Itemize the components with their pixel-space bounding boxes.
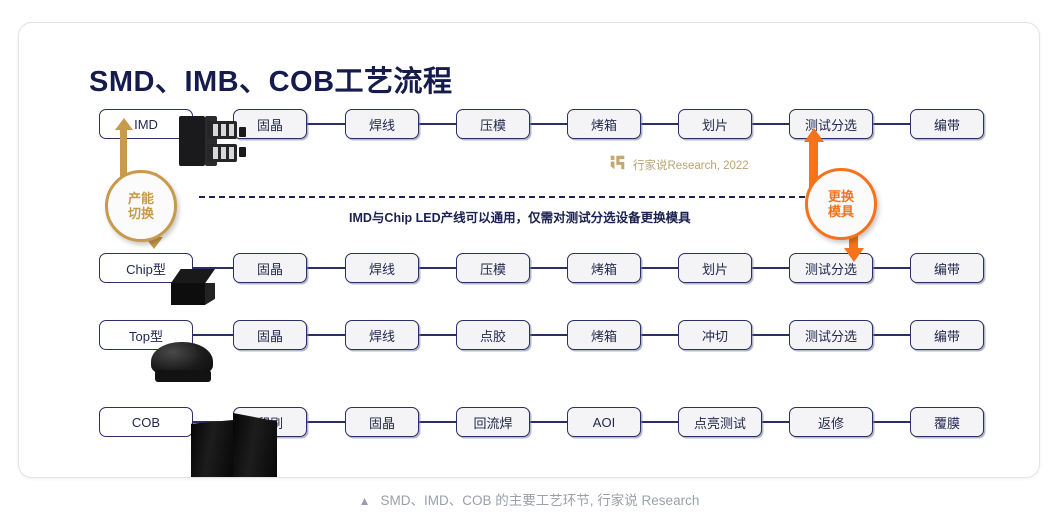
- badge-mold-change-line1: 更换: [827, 188, 854, 204]
- step-top-4[interactable]: 冲切: [678, 320, 752, 350]
- step-cob-4[interactable]: 点亮测试: [678, 407, 762, 437]
- badge-capacity-switch-line2: 切换: [127, 206, 154, 221]
- badge-capacity-switch-line1: 产能: [127, 190, 154, 206]
- dashed-note-text: IMD与Chip LED产线可以通用，仅需对测试分选设备更换模具: [349, 211, 691, 225]
- step-imd-6[interactable]: 编带: [910, 109, 984, 139]
- step-top-1[interactable]: 焊线: [345, 320, 419, 350]
- figure-caption-text: SMD、IMD、COB 的主要工艺环节, 行家说 Research: [380, 493, 700, 508]
- watermark: 行家说Research, 2022: [609, 154, 749, 176]
- step-chip-3[interactable]: 烤箱: [567, 253, 641, 283]
- step-chip-0[interactable]: 固晶: [233, 253, 307, 283]
- step-chip-2[interactable]: 压模: [456, 253, 530, 283]
- step-cob-6[interactable]: 覆膜: [910, 407, 984, 437]
- step-cob-3[interactable]: AOI: [567, 407, 641, 437]
- step-imd-2[interactable]: 压模: [456, 109, 530, 139]
- step-imd-5[interactable]: 测试分选: [789, 109, 873, 139]
- step-cob-1[interactable]: 固晶: [345, 407, 419, 437]
- figure-caption: ▲ SMD、IMD、COB 的主要工艺环节, 行家说 Research: [0, 489, 1058, 509]
- screenshot-root: SMD、IMB、COB工艺流程 IMD 固晶 焊线 压模 烤箱 划片 测试分选 …: [0, 0, 1058, 520]
- page-title: SMD、IMB、COB工艺流程: [89, 66, 453, 99]
- top-package-photo: [143, 338, 229, 396]
- step-top-5[interactable]: 测试分选: [789, 320, 873, 350]
- chip-package-photo: [161, 267, 227, 315]
- step-top-2[interactable]: 点胶: [456, 320, 530, 350]
- cob-package-photo: [191, 410, 299, 477]
- badge-mold-change[interactable]: 更换 模具: [805, 168, 877, 240]
- step-chip-4[interactable]: 划片: [678, 253, 752, 283]
- step-imd-4[interactable]: 划片: [678, 109, 752, 139]
- step-imd-3[interactable]: 烤箱: [567, 109, 641, 139]
- step-top-6[interactable]: 编带: [910, 320, 984, 350]
- badge-capacity-switch[interactable]: 产能 切换: [105, 170, 177, 242]
- step-cob-5[interactable]: 返修: [789, 407, 873, 437]
- badge-mold-change-line2: 模具: [827, 204, 854, 219]
- content-card: SMD、IMB、COB工艺流程 IMD 固晶 焊线 压模 烤箱 划片 测试分选 …: [18, 22, 1040, 478]
- watermark-text: 行家说Research, 2022: [633, 160, 749, 172]
- step-chip-6[interactable]: 编带: [910, 253, 984, 283]
- step-cob-2[interactable]: 回流焊: [456, 407, 530, 437]
- cut-off-text-below-fold: [26, 512, 69, 520]
- step-top-0[interactable]: 固晶: [233, 320, 307, 350]
- step-top-3[interactable]: 烤箱: [567, 320, 641, 350]
- row-label-cob[interactable]: COB: [99, 407, 193, 437]
- step-chip-1[interactable]: 焊线: [345, 253, 419, 283]
- brand-logo-icon: [609, 154, 626, 176]
- caption-triangle-icon: ▲: [358, 494, 371, 508]
- step-imd-1[interactable]: 焊线: [345, 109, 419, 139]
- dashed-separator: [199, 196, 815, 198]
